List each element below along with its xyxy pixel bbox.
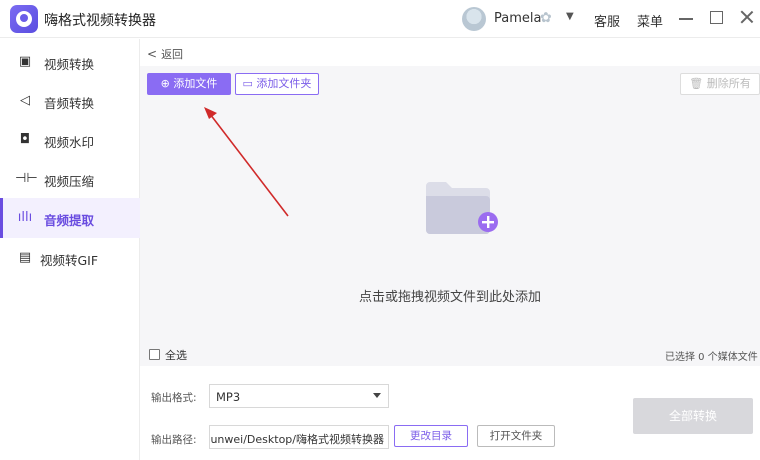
sidebar-item-label: 视频压缩 [44,174,95,189]
video-convert-icon: ▣ [18,54,32,69]
select-all-checkbox[interactable] [149,349,160,360]
user-avatar[interactable] [462,7,486,31]
sidebar-item-gif[interactable]: ▤ 视频转GIF [0,238,140,278]
vip-badge-icon: ✿ [540,10,552,26]
minimize-icon[interactable] [679,18,693,20]
compress-icon: ⊣⊢ [15,171,38,186]
sidebar-item-label: 视频水印 [44,135,95,150]
sidebar-item-watermark[interactable]: ◘ 视频水印 [0,120,140,160]
sidebar-item-label: 音频提取 [44,213,95,228]
sidebar-item-label: 视频转换 [44,57,95,72]
sidebar-item-compress[interactable]: ⊣⊢ 视频压缩 [0,159,140,199]
watermark-icon: ◘ [19,132,31,147]
output-path-value: unwei/Desktop/嗨格式视频转换器 [210,433,384,446]
back-button[interactable]: < 返回 [147,46,183,62]
output-path-field[interactable]: unwei/Desktop/嗨格式视频转换器 [209,425,389,449]
maximize-icon[interactable] [710,11,723,24]
audio-wave-icon: ıllı [17,210,33,225]
username[interactable]: Pamela [494,11,541,26]
app-logo-icon [10,5,38,33]
sidebar-item-label: 视频转GIF [40,253,99,268]
sidebar-item-label: 音频转换 [44,96,95,111]
selected-count: 已选择 0 个媒体文件 [665,352,758,363]
output-format-label: 输出格式: [151,392,197,404]
convert-all-button[interactable]: 全部转换 [633,398,753,434]
customer-service-button[interactable]: 客服 [594,11,620,30]
sidebar: ▣ 视频转换 ◁ 音频转换 ◘ 视频水印 ⊣⊢ 视频压缩 ıllı 音频提取 ▤… [0,39,140,460]
drop-hint: 点击或拖拽视频文件到此处添加 [358,290,541,305]
clear-all-button[interactable]: 🗑 删除所有 [680,73,760,95]
menu-button[interactable]: 菜单 [637,11,663,30]
output-format-value: MP3 [216,390,241,404]
add-file-button[interactable]: ⊕ 添加文件 [147,73,231,95]
open-folder-button[interactable]: 打开文件夹 [477,425,555,447]
title-bar: 嗨格式视频转换器 Pamela ✿ ▼ 客服 菜单 [0,0,760,38]
sidebar-item-audio-convert[interactable]: ◁ 音频转换 [0,81,140,121]
add-folder-button[interactable]: ▭ 添加文件夹 [235,73,319,95]
output-format-select[interactable]: MP3 [209,384,389,408]
app-title: 嗨格式视频转换器 [44,13,156,29]
sidebar-item-video-convert[interactable]: ▣ 视频转换 [0,42,140,82]
gif-icon: ▤ [18,250,32,265]
user-menu-caret-icon[interactable]: ▼ [566,11,574,22]
output-path-label: 输出路径: [151,434,197,446]
sidebar-item-audio-extract[interactable]: ıllı 音频提取 [0,198,140,238]
change-directory-button[interactable]: 更改目录 [394,425,468,447]
chevron-down-icon [373,393,381,398]
empty-folder-icon [426,182,498,234]
back-label: 返回 [161,48,184,61]
select-all-label[interactable]: 全选 [165,347,187,363]
chevron-left-icon: < [147,47,158,61]
close-icon[interactable] [738,8,756,26]
audio-convert-icon: ◁ [20,93,30,108]
